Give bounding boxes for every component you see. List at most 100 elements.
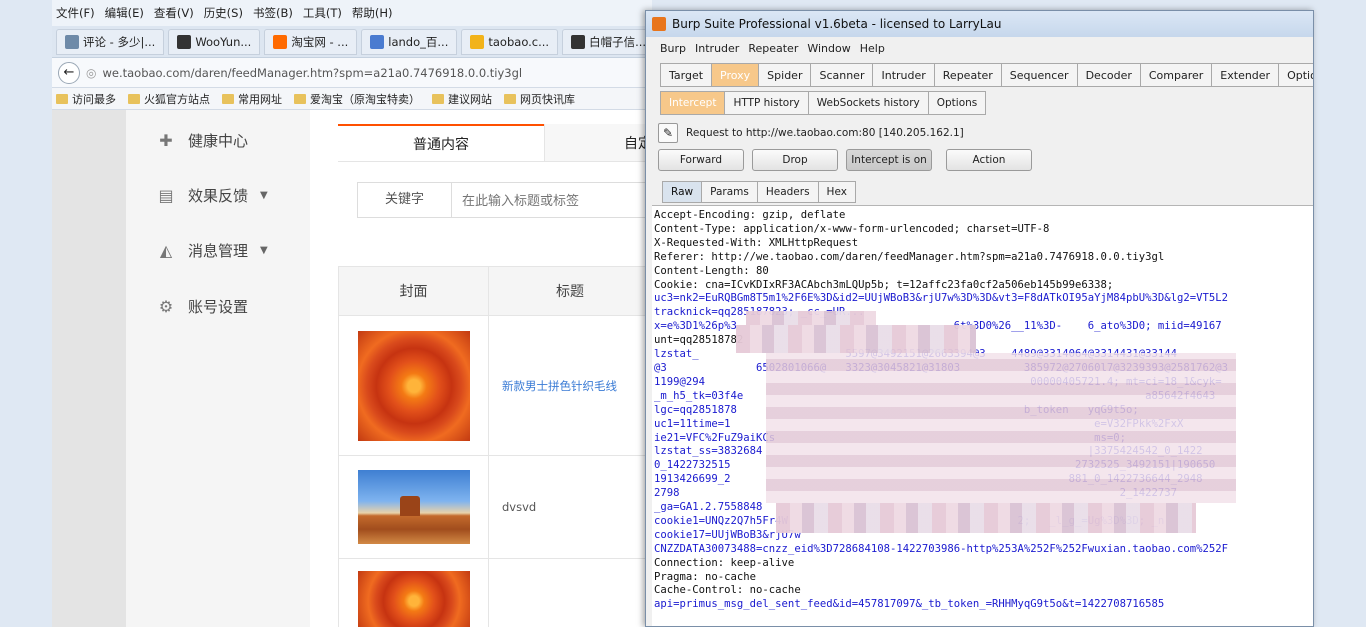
bookmark-item[interactable]: 访问最多 (56, 91, 116, 107)
sidebar-item-feedback[interactable]: ▤ 效果反馈 ▼ (156, 185, 267, 206)
tab-custom[interactable]: 自定 (544, 124, 652, 161)
burp-menu-item[interactable]: Burp (660, 42, 686, 55)
sidebar: ✚ 健康中心 ▤ 效果反馈 ▼ ◭ 消息管理 ▼ ⚙ 账号设置 (52, 110, 310, 627)
bookmark-item[interactable]: 火狐官方站点 (128, 91, 210, 107)
view-tab[interactable]: Headers (757, 181, 819, 203)
tab-label: 评论 - 多少|... (83, 34, 156, 49)
folder-icon (294, 93, 306, 104)
burp-tab[interactable]: Target (660, 63, 713, 87)
request-label: Request to http://we.taobao.com:80 [140.… (686, 127, 964, 139)
proxy-subtab[interactable]: HTTP history (725, 91, 809, 115)
browser-tab[interactable]: lando_百... (361, 28, 458, 55)
search-input[interactable] (452, 183, 651, 217)
address-bar[interactable]: ← ◎ we.taobao.com/daren/feedManager.htm?… (52, 58, 652, 88)
column-header-cover: 封面 (339, 267, 489, 315)
burp-tab[interactable]: Extender (1212, 63, 1280, 87)
title-text[interactable]: dvsvd (489, 456, 652, 558)
tab-normal-content[interactable]: 普通内容 (338, 124, 544, 161)
burp-tab[interactable]: Spider (759, 63, 812, 87)
title-link[interactable]: 新款男士拼色针织毛线 (489, 316, 652, 455)
sidebar-item-messages[interactable]: ◭ 消息管理 ▼ (156, 240, 268, 261)
burp-main-tabs: Target Proxy Spider Scanner Intruder Repeater… (660, 63, 1313, 87)
table-row (338, 559, 652, 627)
search-box: 关键字 (357, 182, 652, 218)
browser-tab[interactable]: 评论 - 多少|... (56, 28, 165, 55)
back-arrow-icon[interactable]: ← (58, 61, 80, 84)
burp-tab[interactable]: Decoder (1077, 63, 1141, 87)
burp-menu-item[interactable]: Repeater (748, 42, 798, 55)
view-tab[interactable]: Params (702, 181, 758, 203)
sidebar-item-health[interactable]: ✚ 健康中心 (156, 130, 248, 151)
bookmark-item[interactable]: 爱淘宝（原淘宝特卖） (294, 91, 420, 107)
request-line: Referer: http://we.taobao.com/daren/feed… (654, 250, 1165, 263)
burp-tab[interactable]: Intruder (873, 63, 935, 87)
tab-label: lando_百... (388, 34, 449, 49)
cover-image-desert[interactable] (357, 470, 470, 544)
request-line: Cookie: cna=ICvKDIxRF3ACAbch3mLQUp5b; t=… (654, 278, 1114, 291)
burp-menu-item[interactable]: Help (860, 42, 885, 55)
sidebar-item-label: 账号设置 (188, 298, 249, 316)
table-row: dvsvd (338, 456, 652, 559)
cover-cell (339, 316, 489, 455)
view-tab[interactable]: Raw (662, 181, 703, 203)
sidebar-gutter (52, 110, 126, 627)
pencil-icon[interactable]: ✎ (658, 123, 678, 143)
browser-tab[interactable]: WooYun... (168, 28, 261, 55)
bookmark-label: 访问最多 (72, 92, 116, 106)
menu-item[interactable]: 历史(S) (204, 5, 243, 21)
table-row: 新款男士拼色针织毛线 (338, 316, 652, 456)
cover-image-flower[interactable] (357, 571, 470, 627)
globe-icon: ◎ (86, 65, 97, 80)
cover-cell (339, 456, 489, 558)
burp-tab[interactable]: Options (1279, 63, 1313, 87)
proxy-subtab[interactable]: Intercept (660, 91, 726, 115)
request-line: uc3=nk2=EuRQBGm8T5m1%2F6E%3D&id2=UUjWBoB… (654, 292, 1229, 305)
cover-image-flower[interactable] (357, 330, 470, 441)
view-tab[interactable]: Hex (818, 181, 856, 203)
menu-item[interactable]: 查看(V) (154, 5, 194, 21)
url-text[interactable]: we.taobao.com/daren/feedManager.htm?spm=… (102, 66, 522, 80)
redaction (776, 503, 1196, 533)
cover-cell (339, 559, 489, 627)
bookmark-item[interactable]: 网页快讯库 (504, 91, 575, 107)
tab-label: 淘宝网 - ... (291, 34, 349, 49)
title-text[interactable] (489, 559, 652, 627)
tab-label: 白帽子信... (589, 34, 647, 49)
burp-tab[interactable]: Sequencer (1001, 63, 1078, 87)
desktop-left (0, 0, 52, 627)
folder-icon (504, 93, 516, 104)
request-line: Cache-Control: no-cache (654, 584, 801, 597)
burp-menu-item[interactable]: Intruder (695, 42, 739, 55)
action-button[interactable]: Action (946, 149, 1032, 171)
burp-tab[interactable]: Scanner (811, 63, 874, 87)
drop-button[interactable]: Drop (752, 149, 838, 171)
browser-tab[interactable]: taobao.c... (461, 28, 559, 55)
gear-icon: ⚙ (158, 296, 174, 316)
browser-tab[interactable]: 白帽子信... (562, 28, 652, 55)
menu-item[interactable]: 编辑(E) (105, 5, 144, 21)
sidebar-item-label: 效果反馈 (188, 187, 249, 205)
burp-tab[interactable]: Repeater (934, 63, 1002, 87)
menu-item[interactable]: 书签(B) (253, 5, 293, 21)
proxy-subtab[interactable]: Options (928, 91, 987, 115)
request-line: api=primus_msg_del_sent_feed&id=45781709… (654, 598, 1165, 611)
burp-tab[interactable]: Comparer (1140, 63, 1213, 87)
sidebar-item-account[interactable]: ⚙ 账号设置 (156, 296, 248, 317)
content-tabs: 普通内容 自定 (338, 124, 652, 162)
sidebar-item-label: 消息管理 (188, 242, 249, 260)
proxy-subtab[interactable]: WebSockets history (808, 91, 929, 115)
taobao-page: ✚ 健康中心 ▤ 效果反馈 ▼ ◭ 消息管理 ▼ ⚙ 账号设置 普通内容 自定 (52, 110, 652, 627)
intercept-toggle-button[interactable]: Intercept is on (846, 149, 932, 171)
menu-item[interactable]: 帮助(H) (352, 5, 393, 21)
tab-favicon-icon (470, 34, 485, 49)
burp-menu-item[interactable]: Window (807, 42, 850, 55)
forward-button[interactable]: Forward (658, 149, 744, 171)
bookmark-item[interactable]: 常用网址 (222, 91, 282, 107)
bookmark-item[interactable]: 建议网站 (432, 91, 492, 107)
menu-item[interactable]: 工具(T) (303, 5, 342, 21)
menu-item[interactable]: 文件(F) (56, 5, 95, 21)
proxy-subtabs: Intercept HTTP history WebSockets history O… (660, 91, 987, 115)
column-header-title: 标题 (556, 284, 584, 300)
burp-tab[interactable]: Proxy (712, 63, 760, 87)
browser-tab[interactable]: 淘宝网 - ... (264, 28, 358, 55)
